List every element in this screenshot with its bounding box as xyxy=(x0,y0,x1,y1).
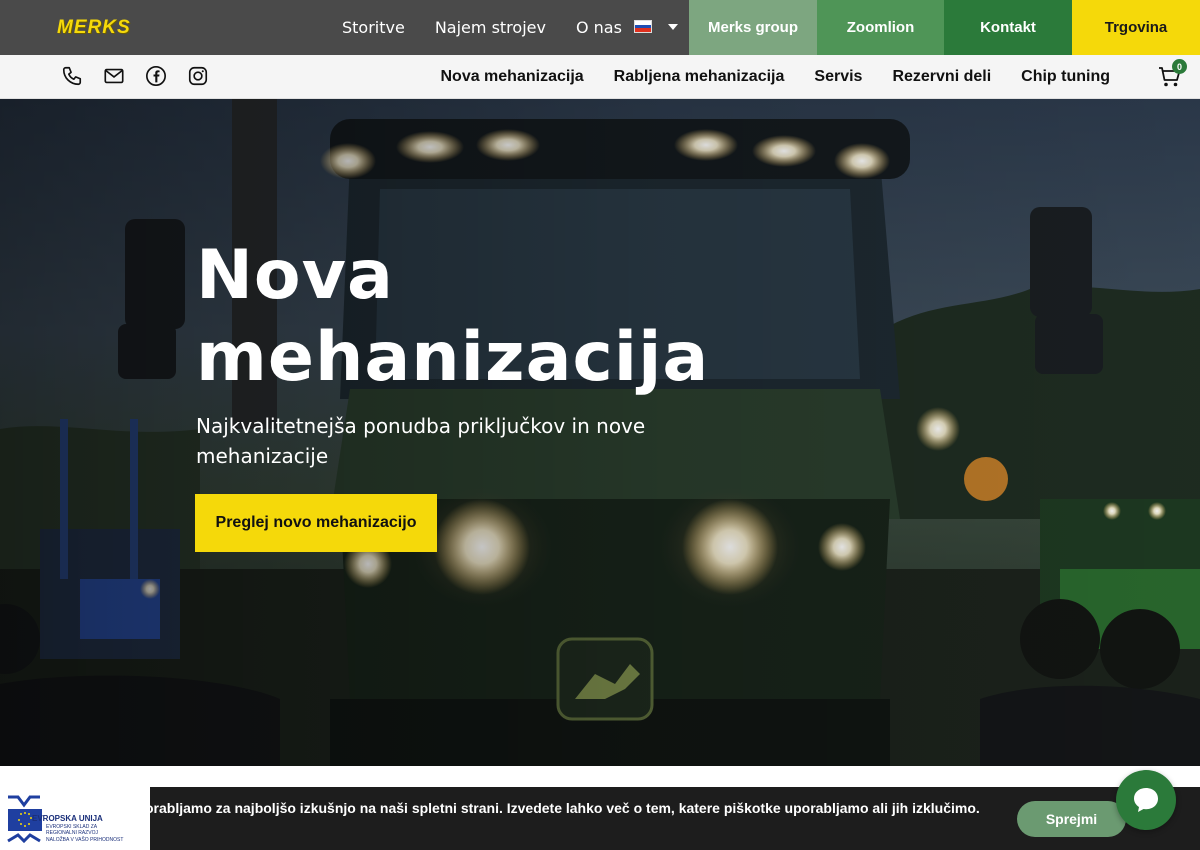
nav-nova-mehanizacija[interactable]: Nova mehanizacija xyxy=(440,68,583,86)
topnav-storitve[interactable]: Storitve xyxy=(342,18,405,37)
top-bar: MERKS Storitve Najem strojev O nas Merks… xyxy=(0,0,1200,55)
facebook-icon[interactable] xyxy=(145,65,167,87)
mail-icon[interactable] xyxy=(103,65,125,87)
nav-rabljena-mehanizacija[interactable]: Rabljena mehanizacija xyxy=(614,68,785,86)
topnav-o-nas[interactable]: O nas xyxy=(576,18,622,37)
eu-badge-line-3: NALOŽBA V VAŠO PRIHODNOST xyxy=(46,837,124,843)
instagram-icon[interactable] xyxy=(187,65,209,87)
social-links xyxy=(61,65,209,87)
eu-badge-line-2: EVROPSKI SKLAD ZA REGIONALNI RAZVOJ xyxy=(46,824,98,836)
kontakt-link[interactable]: Kontakt xyxy=(944,0,1072,55)
eu-badge-line-1: EVROPSKA UNIJA xyxy=(32,814,103,823)
main-nav: Nova mehanizacija Rabljena mehanizacija … xyxy=(440,55,1110,99)
language-selector[interactable] xyxy=(634,20,678,33)
top-nav: Storitve Najem strojev O nas xyxy=(342,0,622,55)
zoomlion-link[interactable]: Zoomlion xyxy=(817,0,944,55)
merks-group-link[interactable]: Merks group xyxy=(689,0,817,55)
hero-title-line-1: Nova xyxy=(196,236,394,315)
merks-logo[interactable]: MERKS xyxy=(57,17,131,39)
hero-title: Nova mehanizacija xyxy=(196,235,756,399)
chat-bubble-icon xyxy=(1134,788,1158,812)
chat-button[interactable] xyxy=(1116,770,1176,830)
phone-icon[interactable] xyxy=(61,65,83,87)
cookie-accept-button[interactable]: Sprejmi xyxy=(1017,801,1126,837)
slovenian-flag-icon xyxy=(634,20,652,33)
cart-count-badge: 0 xyxy=(1172,59,1187,74)
view-new-machinery-button[interactable]: Preglej novo mehanizacijo xyxy=(195,494,437,552)
hero-title-line-2: mehanizacija xyxy=(196,318,710,397)
eu-funding-badge: EVROPSKA UNIJA EVROPSKI SKLAD ZA REGIONA… xyxy=(0,787,150,850)
topnav-najem-strojev[interactable]: Najem strojev xyxy=(435,18,546,37)
main-nav-bar: Nova mehanizacija Rabljena mehanizacija … xyxy=(0,55,1200,99)
nav-servis[interactable]: Servis xyxy=(814,68,862,86)
chevron-down-icon xyxy=(668,23,678,30)
hero-banner: Nova mehanizacija Najkvalitetnejša ponud… xyxy=(0,99,1200,766)
cookie-bar: orabljamo za najboljšo izkušnjo na naši … xyxy=(0,787,1200,850)
trgovina-link[interactable]: Trgovina xyxy=(1072,0,1200,55)
nav-chip-tuning[interactable]: Chip tuning xyxy=(1021,68,1110,86)
nav-rezervni-deli[interactable]: Rezervni deli xyxy=(892,68,991,86)
cookie-text: orabljamo za najboljšo izkušnjo na naši … xyxy=(145,800,980,816)
hero-subtitle: Najkvalitetnejša ponudba priključkov in … xyxy=(196,414,646,468)
